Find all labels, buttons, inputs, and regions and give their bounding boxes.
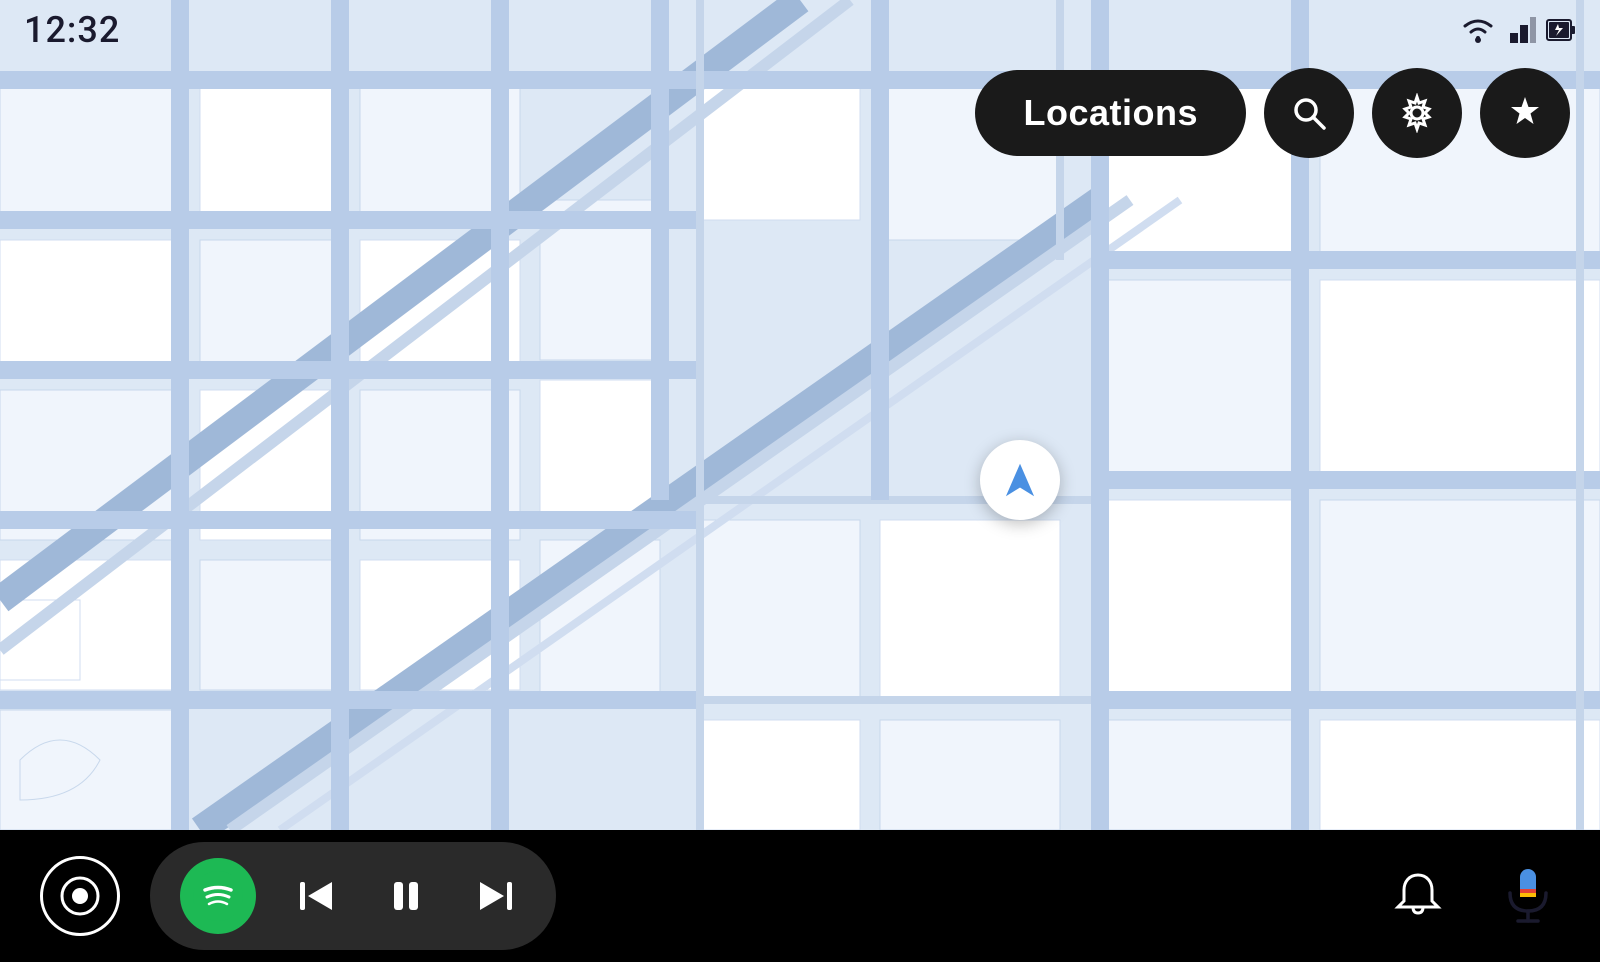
locations-button[interactable]: Locations: [975, 70, 1246, 156]
skip-forward-icon: [474, 874, 518, 918]
wifi-icon: [1460, 16, 1496, 44]
microphone-button[interactable]: [1496, 863, 1560, 930]
status-icons: [1460, 15, 1576, 45]
home-button[interactable]: [40, 856, 120, 936]
home-circle-icon: [58, 874, 102, 918]
previous-button[interactable]: [286, 866, 346, 926]
map-area[interactable]: 12:32: [0, 0, 1600, 830]
settings-button[interactable]: [1372, 68, 1462, 158]
search-icon: [1289, 93, 1329, 133]
search-button[interactable]: [1264, 68, 1354, 158]
signal-icon: [1506, 15, 1536, 45]
pause-icon: [384, 874, 428, 918]
gear-icon: [1397, 93, 1437, 133]
star-icon: [1505, 93, 1545, 133]
spotify-icon: [193, 871, 243, 921]
navigation-arrow-icon: [999, 459, 1041, 501]
bottom-bar: [0, 830, 1600, 962]
skip-back-icon: [294, 874, 338, 918]
battery-icon: [1546, 16, 1576, 44]
clock: 12:32: [24, 9, 120, 51]
bell-icon: [1390, 867, 1446, 923]
next-button[interactable]: [466, 866, 526, 926]
location-marker[interactable]: [980, 440, 1060, 520]
microphone-icon: [1496, 863, 1560, 927]
right-controls: [1390, 863, 1560, 930]
pause-button[interactable]: [376, 866, 436, 926]
top-toolbar: Locations: [975, 68, 1570, 158]
status-bar: 12:32: [0, 0, 1600, 60]
favorites-button[interactable]: [1480, 68, 1570, 158]
notifications-button[interactable]: [1390, 867, 1446, 926]
media-controls: [150, 842, 556, 950]
spotify-logo[interactable]: [180, 858, 256, 934]
